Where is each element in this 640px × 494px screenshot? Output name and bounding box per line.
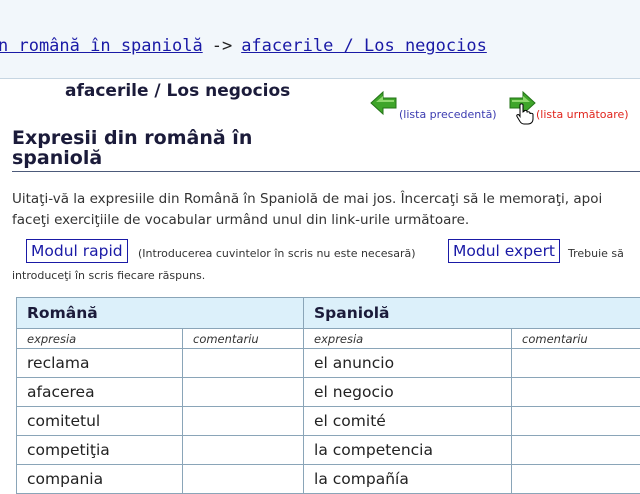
previous-list-label[interactable]: (lista precedentă) bbox=[399, 108, 497, 121]
romanian-comment bbox=[183, 465, 304, 494]
language-header-romanian: Română bbox=[17, 298, 304, 329]
language-header-row: Română Spaniolă bbox=[17, 298, 640, 329]
table-row: compania la compañía bbox=[17, 465, 640, 494]
column-header-row: expresia comentariu expresia comentariu bbox=[17, 329, 640, 349]
breadcrumb: n română în spaniolă->afacerile / Los ne… bbox=[0, 36, 487, 56]
column-header-comment: comentariu bbox=[183, 329, 304, 349]
breadcrumb-separator: -> bbox=[203, 36, 241, 56]
list-title: afacerile / Los negocios bbox=[65, 81, 290, 101]
language-header-spanish: Spaniolă bbox=[304, 298, 640, 329]
intro-text: Uitaţi-vă la expresiile din Română în Sp… bbox=[12, 189, 636, 231]
rapid-mode-note: (Introducerea cuvintelor în scris nu est… bbox=[138, 243, 416, 265]
romanian-comment bbox=[183, 378, 304, 407]
arrow-left-icon[interactable] bbox=[370, 90, 398, 116]
romanian-expression: comitetul bbox=[17, 407, 183, 436]
romanian-comment bbox=[183, 349, 304, 378]
section-heading-line1: Expresii din română în bbox=[12, 128, 262, 148]
spanish-expression: la competencia bbox=[304, 436, 512, 465]
spanish-comment bbox=[512, 465, 640, 494]
romanian-expression: competiţia bbox=[17, 436, 183, 465]
hand-cursor-icon bbox=[515, 103, 535, 125]
table-row: reclama el anuncio bbox=[17, 349, 640, 378]
spanish-comment bbox=[512, 436, 640, 465]
romanian-comment bbox=[183, 407, 304, 436]
expert-mode-note-continued: introduceţi în scris fiecare răspuns. bbox=[12, 265, 205, 287]
section-heading-line2: spaniolă bbox=[12, 148, 262, 168]
divider bbox=[12, 171, 640, 172]
column-header-expression: expresia bbox=[17, 329, 183, 349]
spanish-comment bbox=[512, 378, 640, 407]
romanian-expression: reclama bbox=[17, 349, 183, 378]
table-row: afacerea el negocio bbox=[17, 378, 640, 407]
column-header-comment: comentariu bbox=[512, 329, 640, 349]
romanian-expression: compania bbox=[17, 465, 183, 494]
spanish-comment bbox=[512, 407, 640, 436]
vocabulary-table: Română Spaniolă expresia comentariu expr… bbox=[16, 297, 640, 494]
column-header-expression: expresia bbox=[304, 329, 512, 349]
table-row: competiţia la competencia bbox=[17, 436, 640, 465]
table-row: comitetul el comité bbox=[17, 407, 640, 436]
spanish-expression: el negocio bbox=[304, 378, 512, 407]
rapid-mode-button[interactable]: Modul rapid bbox=[26, 239, 128, 263]
romanian-comment bbox=[183, 436, 304, 465]
spanish-expression: la compañía bbox=[304, 465, 512, 494]
breadcrumb-current-link[interactable]: afacerile / Los negocios bbox=[241, 36, 487, 56]
breadcrumb-parent-link[interactable]: n română în spaniolă bbox=[0, 36, 203, 56]
section-heading: Expresii din română în spaniolă bbox=[12, 128, 262, 168]
romanian-expression: afacerea bbox=[17, 378, 183, 407]
expert-mode-note: Trebuie să bbox=[568, 243, 624, 265]
spanish-comment bbox=[512, 349, 640, 378]
next-list-label[interactable]: (lista următoare) bbox=[536, 108, 629, 121]
expert-mode-button[interactable]: Modul expert bbox=[448, 239, 560, 263]
spanish-expression: el comité bbox=[304, 407, 512, 436]
spanish-expression: el anuncio bbox=[304, 349, 512, 378]
breadcrumb-bar: n română în spaniolă->afacerile / Los ne… bbox=[0, 0, 640, 79]
